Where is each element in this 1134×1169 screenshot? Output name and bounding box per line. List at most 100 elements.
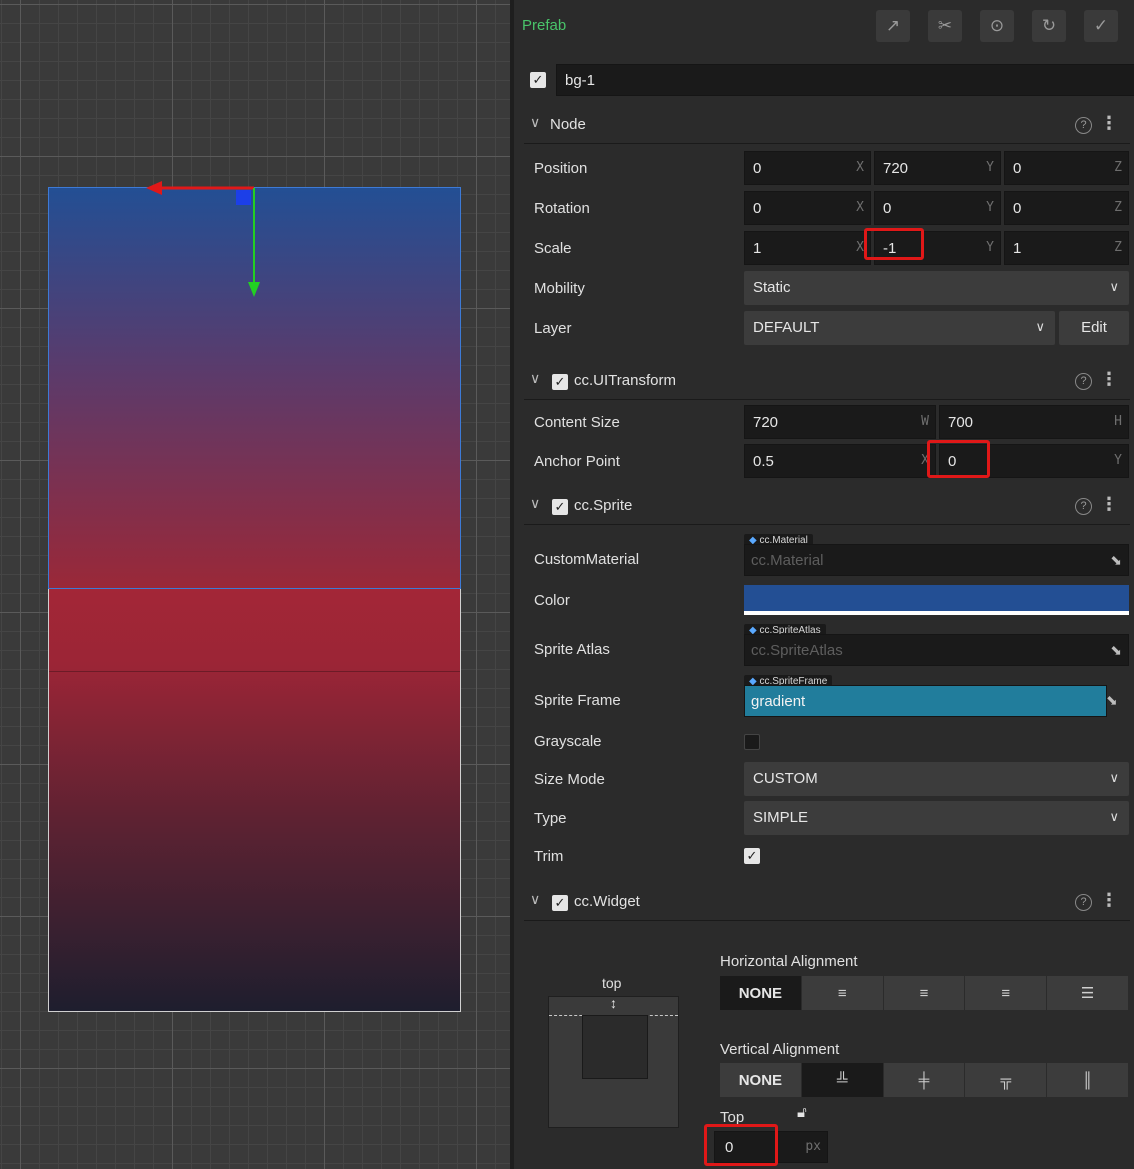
content-height-input[interactable]: 700 H (939, 405, 1129, 439)
trim-label: Trim (534, 848, 564, 865)
uitransform-enabled-checkbox[interactable]: ✓ (552, 374, 568, 390)
section-widget-header[interactable]: ∨ ✓ cc.Widget ? ⋮ (524, 885, 1130, 921)
section-title: cc.UITransform (574, 372, 676, 389)
asset-picker-icon[interactable]: ⬊ (1106, 692, 1118, 709)
widget-preview-node (582, 1015, 648, 1079)
scene-view[interactable] (0, 0, 510, 1169)
node-name-row: ✓ bg-1 (528, 64, 1134, 96)
content-width-input[interactable]: 720 W (744, 405, 936, 439)
help-icon[interactable]: ? (1075, 894, 1092, 911)
chevron-down-icon[interactable]: ∨ (530, 891, 540, 908)
position-label: Position (534, 160, 588, 177)
more-icon[interactable]: ⋮ (1100, 494, 1118, 515)
custom-material-field[interactable]: cc.Material ⬊ (744, 544, 1129, 576)
chevron-down-icon: ∨ (1109, 279, 1119, 294)
chevron-down-icon: ∨ (1035, 319, 1045, 334)
resize-vertical-icon: ↕ (610, 995, 617, 1011)
grayscale-checkbox[interactable] (744, 734, 760, 750)
section-sprite-header[interactable]: ∨ ✓ cc.Sprite ? ⋮ (524, 489, 1130, 525)
stretch-horizontal-icon[interactable]: ☰ (1047, 976, 1129, 1010)
section-title: cc.Sprite (574, 497, 633, 514)
anchor-point-label: Anchor Point (534, 453, 620, 470)
trim-checkbox[interactable]: ✓ (744, 848, 760, 864)
help-icon[interactable]: ? (1075, 498, 1092, 515)
align-left-icon[interactable]: ≡ (802, 976, 884, 1010)
anchor-x-input[interactable]: 0.5 X (744, 444, 936, 478)
open-prefab-icon[interactable]: ↗ (876, 10, 910, 42)
sprite-bg-1[interactable] (48, 187, 461, 589)
v-align-none-button[interactable]: NONE (720, 1063, 802, 1097)
chevron-down-icon[interactable]: ∨ (530, 114, 540, 131)
widget-preview-label: top (602, 975, 622, 991)
scale-label: Scale (534, 240, 572, 257)
unlock-icon[interactable]: 🔓︎ (797, 1104, 807, 1121)
custom-material-label: CustomMaterial (534, 551, 640, 568)
sprite-enabled-checkbox[interactable]: ✓ (552, 499, 568, 515)
stretch-vertical-icon[interactable]: ║ (1047, 1063, 1129, 1097)
chevron-down-icon: ∨ (1109, 809, 1119, 824)
vertical-alignment-label: Vertical Alignment (720, 1041, 840, 1058)
color-label: Color (534, 592, 570, 609)
section-title: cc.Widget (574, 893, 640, 910)
layer-edit-button[interactable]: Edit (1059, 311, 1129, 345)
horizontal-alignment-label: Horizontal Alignment (720, 953, 858, 970)
chevron-down-icon: ∨ (1109, 770, 1119, 785)
prefab-toolbar: Prefab ↗ ✂ ⊙ ↻ ✓ (514, 0, 1134, 52)
asset-picker-icon: ⬊ (1110, 552, 1122, 568)
more-icon[interactable]: ⋮ (1100, 890, 1118, 911)
type-select[interactable]: SIMPLE ∨ (744, 801, 1129, 835)
widget-enabled-checkbox[interactable]: ✓ (552, 895, 568, 911)
locate-prefab-icon[interactable]: ⊙ (980, 10, 1014, 42)
mobility-select[interactable]: Static ∨ (744, 271, 1129, 305)
size-mode-label: Size Mode (534, 771, 605, 788)
grayscale-label: Grayscale (534, 733, 602, 750)
sprite-atlas-field[interactable]: cc.SpriteAtlas ⬊ (744, 634, 1129, 666)
rotation-label: Rotation (534, 200, 590, 217)
sprite-bg-2[interactable] (48, 589, 461, 1012)
sprite-atlas-label: Sprite Atlas (534, 641, 610, 658)
align-center-h-icon[interactable]: ≡ (884, 976, 966, 1010)
anchor-y-input[interactable]: 0Y (939, 444, 1129, 478)
node-name-input[interactable]: bg-1 (556, 64, 1134, 96)
widget-alignment-preview[interactable]: ↕ (548, 995, 679, 1128)
apply-prefab-icon[interactable]: ✓ (1084, 10, 1118, 42)
scale-x-input[interactable]: 1X (744, 231, 871, 265)
position-z-input[interactable]: 0Z (1004, 151, 1129, 185)
top-margin-input[interactable]: 0 px (714, 1131, 828, 1163)
unlink-prefab-icon[interactable]: ✂ (928, 10, 962, 42)
scale-y-input[interactable]: -1 Y (874, 231, 1001, 265)
sprite-edge (49, 671, 460, 672)
rotation-x-input[interactable]: 0X (744, 191, 871, 225)
node-active-checkbox[interactable]: ✓ (530, 72, 546, 88)
prefab-label: Prefab (522, 17, 567, 34)
layer-label: Layer (534, 320, 572, 337)
help-icon[interactable]: ? (1075, 117, 1092, 134)
sprite-frame-field[interactable]: gradient (744, 685, 1107, 717)
color-swatch[interactable] (744, 585, 1129, 615)
align-top-icon[interactable]: ╩ (801, 1063, 884, 1097)
position-x-input[interactable]: 0X (744, 151, 871, 185)
horizontal-alignment-group: NONE ≡ ≡ ≡ ☰ (720, 976, 1129, 1010)
rotation-y-input[interactable]: 0Y (874, 191, 1001, 225)
section-node-header[interactable]: ∨ Node ? ⋮ (524, 108, 1130, 144)
rotation-z-input[interactable]: 0Z (1004, 191, 1129, 225)
type-label: Type (534, 810, 567, 827)
layer-select[interactable]: DEFAULT ∨ (744, 311, 1055, 345)
inspector-panel: Prefab ↗ ✂ ⊙ ↻ ✓ ✓ bg-1 ∨ Node ? ⋮ Posit… (510, 0, 1134, 1169)
align-bottom-icon[interactable]: ╦ (965, 1063, 1048, 1097)
revert-prefab-icon[interactable]: ↻ (1032, 10, 1066, 42)
scale-z-input[interactable]: 1Z (1004, 231, 1129, 265)
chevron-down-icon[interactable]: ∨ (530, 495, 540, 512)
align-right-icon[interactable]: ≡ (965, 976, 1048, 1010)
section-uitransform-header[interactable]: ∨ ✓ cc.UITransform ? ⋮ (524, 364, 1130, 400)
position-y-input[interactable]: 720 Y (874, 151, 1001, 185)
content-size-label: Content Size (534, 414, 620, 431)
asset-picker-icon: ⬊ (1110, 642, 1122, 658)
more-icon[interactable]: ⋮ (1100, 113, 1118, 134)
help-icon[interactable]: ? (1075, 373, 1092, 390)
align-middle-v-icon[interactable]: ╪ (884, 1063, 966, 1097)
more-icon[interactable]: ⋮ (1100, 369, 1118, 390)
size-mode-select[interactable]: CUSTOM ∨ (744, 762, 1129, 796)
chevron-down-icon[interactable]: ∨ (530, 370, 540, 387)
h-align-none-button[interactable]: NONE (720, 976, 802, 1010)
